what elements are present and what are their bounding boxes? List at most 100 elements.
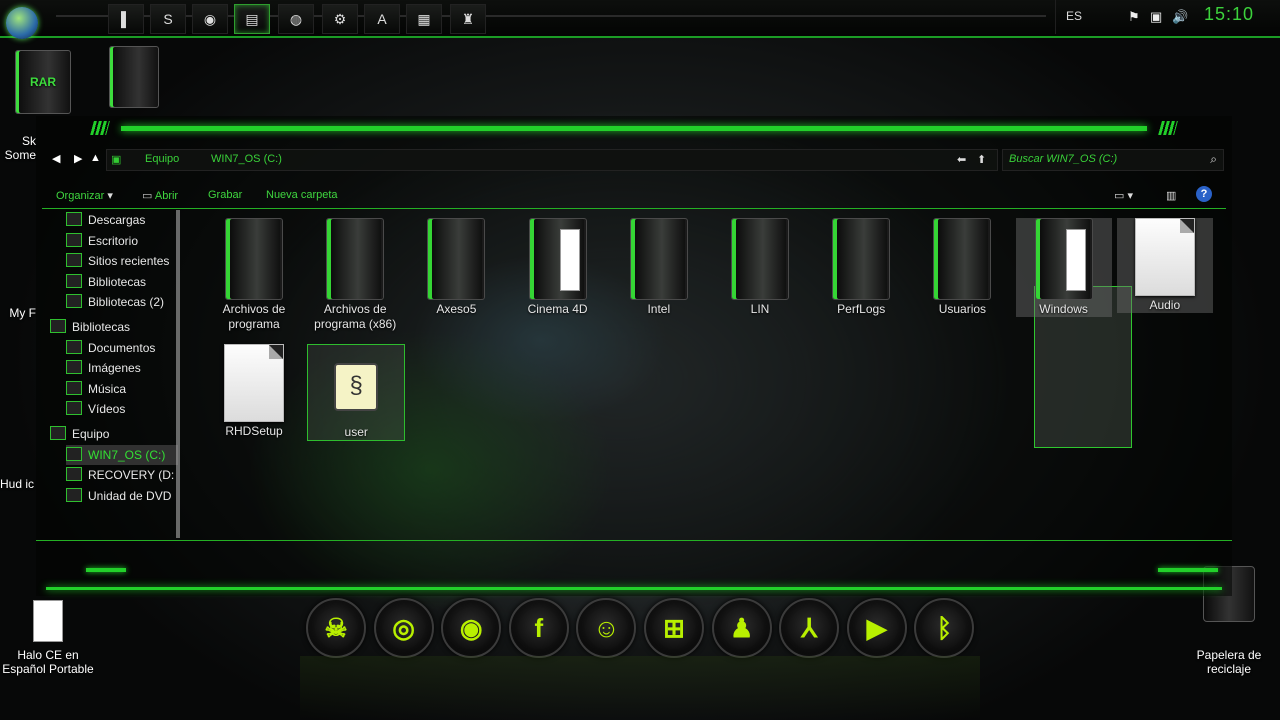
desktop-icon-hud[interactable]: Hud ic	[0, 477, 36, 491]
folder-icon	[832, 218, 891, 300]
desktop-icon-label: Papelera de reciclaje	[1196, 648, 1262, 676]
file-item[interactable]: Archivos de programa (x86)	[307, 218, 403, 332]
preview-pane-icon[interactable]: ▥	[1166, 189, 1176, 202]
nav-item[interactable]: Escritorio	[66, 231, 178, 251]
start-button[interactable]	[6, 7, 38, 39]
media-icon[interactable]: ♜	[450, 4, 486, 34]
acrobat-icon[interactable]: ⅄	[779, 598, 840, 658]
file-item[interactable]: RHDSetup	[206, 344, 302, 439]
nav-item[interactable]: RECOVERY (D:	[66, 465, 178, 485]
titlebar-glow	[121, 126, 1147, 131]
nav-item-icon	[50, 319, 66, 333]
history-back-icon[interactable]: ⬅	[957, 153, 966, 166]
file-item[interactable]: Archivos de programa	[206, 218, 302, 332]
address-bar[interactable]: ▣ Equipo WIN7_OS (C:) ⬅ ⬆	[106, 149, 998, 171]
messenger-icon[interactable]: ☺	[576, 598, 637, 658]
nav-item[interactable]: Descargas	[66, 210, 178, 230]
nav-item-label: Descargas	[88, 213, 146, 227]
chrome-icon[interactable]: ◉	[192, 4, 228, 34]
desktop-icon-halo[interactable]: Halo CE en Español Portable	[0, 600, 96, 676]
desktop-icon-label: Sk Some	[4, 134, 36, 162]
skull-icon[interactable]: ☠	[306, 598, 366, 658]
nav-item[interactable]: Imágenes	[66, 358, 178, 378]
nav-item[interactable]: Sitios recientes	[66, 251, 178, 271]
up-button[interactable]: ▲	[90, 152, 101, 164]
file-label: PerfLogs	[837, 302, 886, 316]
nav-item[interactable]: Equipo	[50, 424, 180, 444]
bluetooth-icon[interactable]: ᛒ	[914, 598, 975, 658]
document-overlay-icon	[1065, 229, 1086, 291]
windows-icon[interactable]: ⊞	[644, 598, 704, 658]
forward-button[interactable]: ▶	[74, 152, 82, 165]
search-placeholder: Buscar WIN7_OS (C:)	[1009, 153, 1118, 165]
nav-item[interactable]: Bibliotecas	[66, 272, 178, 292]
file-item[interactable]: § user	[307, 344, 406, 441]
nav-item-label: Imágenes	[88, 361, 141, 376]
file-item[interactable]: LIN	[712, 218, 808, 317]
file-item[interactable]: Audio	[1116, 218, 1213, 313]
help-icon[interactable]: ?	[1196, 186, 1212, 202]
facebook-icon[interactable]: f	[508, 598, 569, 658]
document-icon	[224, 344, 284, 422]
language-indicator[interactable]: ES	[1066, 9, 1082, 23]
organize-button[interactable]: Organizar ▾	[56, 189, 113, 202]
desktop-shortcut-box[interactable]	[104, 46, 164, 108]
file-item[interactable]: Usuarios	[914, 218, 1010, 317]
explorer-icon[interactable]: ▤	[234, 4, 270, 34]
nav-item[interactable]: Bibliotecas	[50, 317, 180, 337]
file-label: Axeso5	[436, 302, 477, 316]
nav-item[interactable]: Unidad de DVD	[66, 486, 178, 506]
file-item[interactable]: Cinema 4D	[510, 218, 606, 317]
assassin-icon[interactable]: A	[364, 4, 400, 34]
back-button[interactable]: ◀	[52, 152, 60, 165]
burn-button[interactable]: Grabar	[208, 189, 242, 201]
nav-item-label: WIN7_OS (C:)	[88, 447, 166, 462]
skype-icon[interactable]: S	[150, 4, 186, 34]
desktop-icon-skype[interactable]: Sk Some	[0, 134, 36, 162]
chrome-dock-icon[interactable]: ◎	[373, 598, 434, 658]
folder-icon	[731, 218, 789, 300]
open-label: Abrir	[154, 190, 179, 202]
nav-item[interactable]: WIN7_OS (C:)	[66, 444, 178, 465]
nav-item-icon	[66, 253, 82, 268]
refresh-icon[interactable]: ⬆	[977, 153, 986, 166]
view-options-icon[interactable]: ▭ ▾	[1114, 189, 1133, 202]
file-item[interactable]: PerfLogs	[813, 218, 909, 317]
nav-item-icon	[66, 339, 82, 354]
app-icon[interactable]: ▦	[406, 4, 442, 34]
search-box[interactable]: Buscar WIN7_OS (C:) ⌕	[1002, 149, 1224, 171]
network-icon[interactable]: ▣	[1150, 9, 1162, 25]
address-row: ◀ ▶ ▲ ▣ Equipo WIN7_OS (C:) ⬅ ⬆ Buscar W…	[36, 148, 1232, 172]
new-folder-button[interactable]: Nueva carpeta	[266, 189, 338, 201]
nav-item[interactable]: Bibliotecas (2)	[66, 292, 178, 312]
flag-icon[interactable]: ⚑	[1128, 9, 1140, 25]
winrar-shortcut[interactable]: RAR	[8, 50, 78, 114]
script-file-icon: §	[334, 363, 379, 411]
nav-item-label: Escritorio	[88, 233, 139, 248]
breadcrumb-equipo[interactable]: Equipo	[145, 153, 179, 165]
nav-item-label: Música	[88, 381, 127, 396]
android-icon[interactable]: ♟	[711, 598, 772, 658]
open-button[interactable]: ▭ Abrir	[142, 189, 178, 202]
nav-item[interactable]: Vídeos	[66, 399, 178, 419]
navigation-scrollbar[interactable]	[176, 210, 180, 538]
window-titlebar[interactable]	[36, 116, 1232, 138]
file-list: Archivos de programa Archivos de programa…	[202, 210, 1226, 538]
nav-item[interactable]: Música	[66, 379, 178, 399]
file-item[interactable]: Windows	[1015, 218, 1112, 317]
desktop-icon-mycomputer[interactable]: My F	[0, 306, 36, 320]
disc-icon[interactable]: ◉	[441, 598, 502, 658]
breadcrumb-drive[interactable]: WIN7_OS (C:)	[211, 153, 282, 165]
file-item[interactable]: Axeso5	[408, 218, 504, 317]
nav-item[interactable]: Documentos	[66, 338, 178, 358]
volume-icon[interactable]: 🔊	[1172, 9, 1188, 25]
file-item[interactable]: Intel	[611, 218, 707, 317]
box-icon	[109, 46, 159, 108]
media-player-icon[interactable]: ▌	[108, 4, 144, 34]
play-icon[interactable]: ▶	[846, 598, 907, 658]
search-icon[interactable]: ⌕	[1210, 152, 1217, 167]
nav-item-icon	[66, 294, 82, 309]
firefox-icon[interactable]: ◍	[278, 4, 314, 34]
tools-icon[interactable]: ⚙	[322, 4, 358, 34]
clock[interactable]: 15:10	[1204, 4, 1254, 25]
